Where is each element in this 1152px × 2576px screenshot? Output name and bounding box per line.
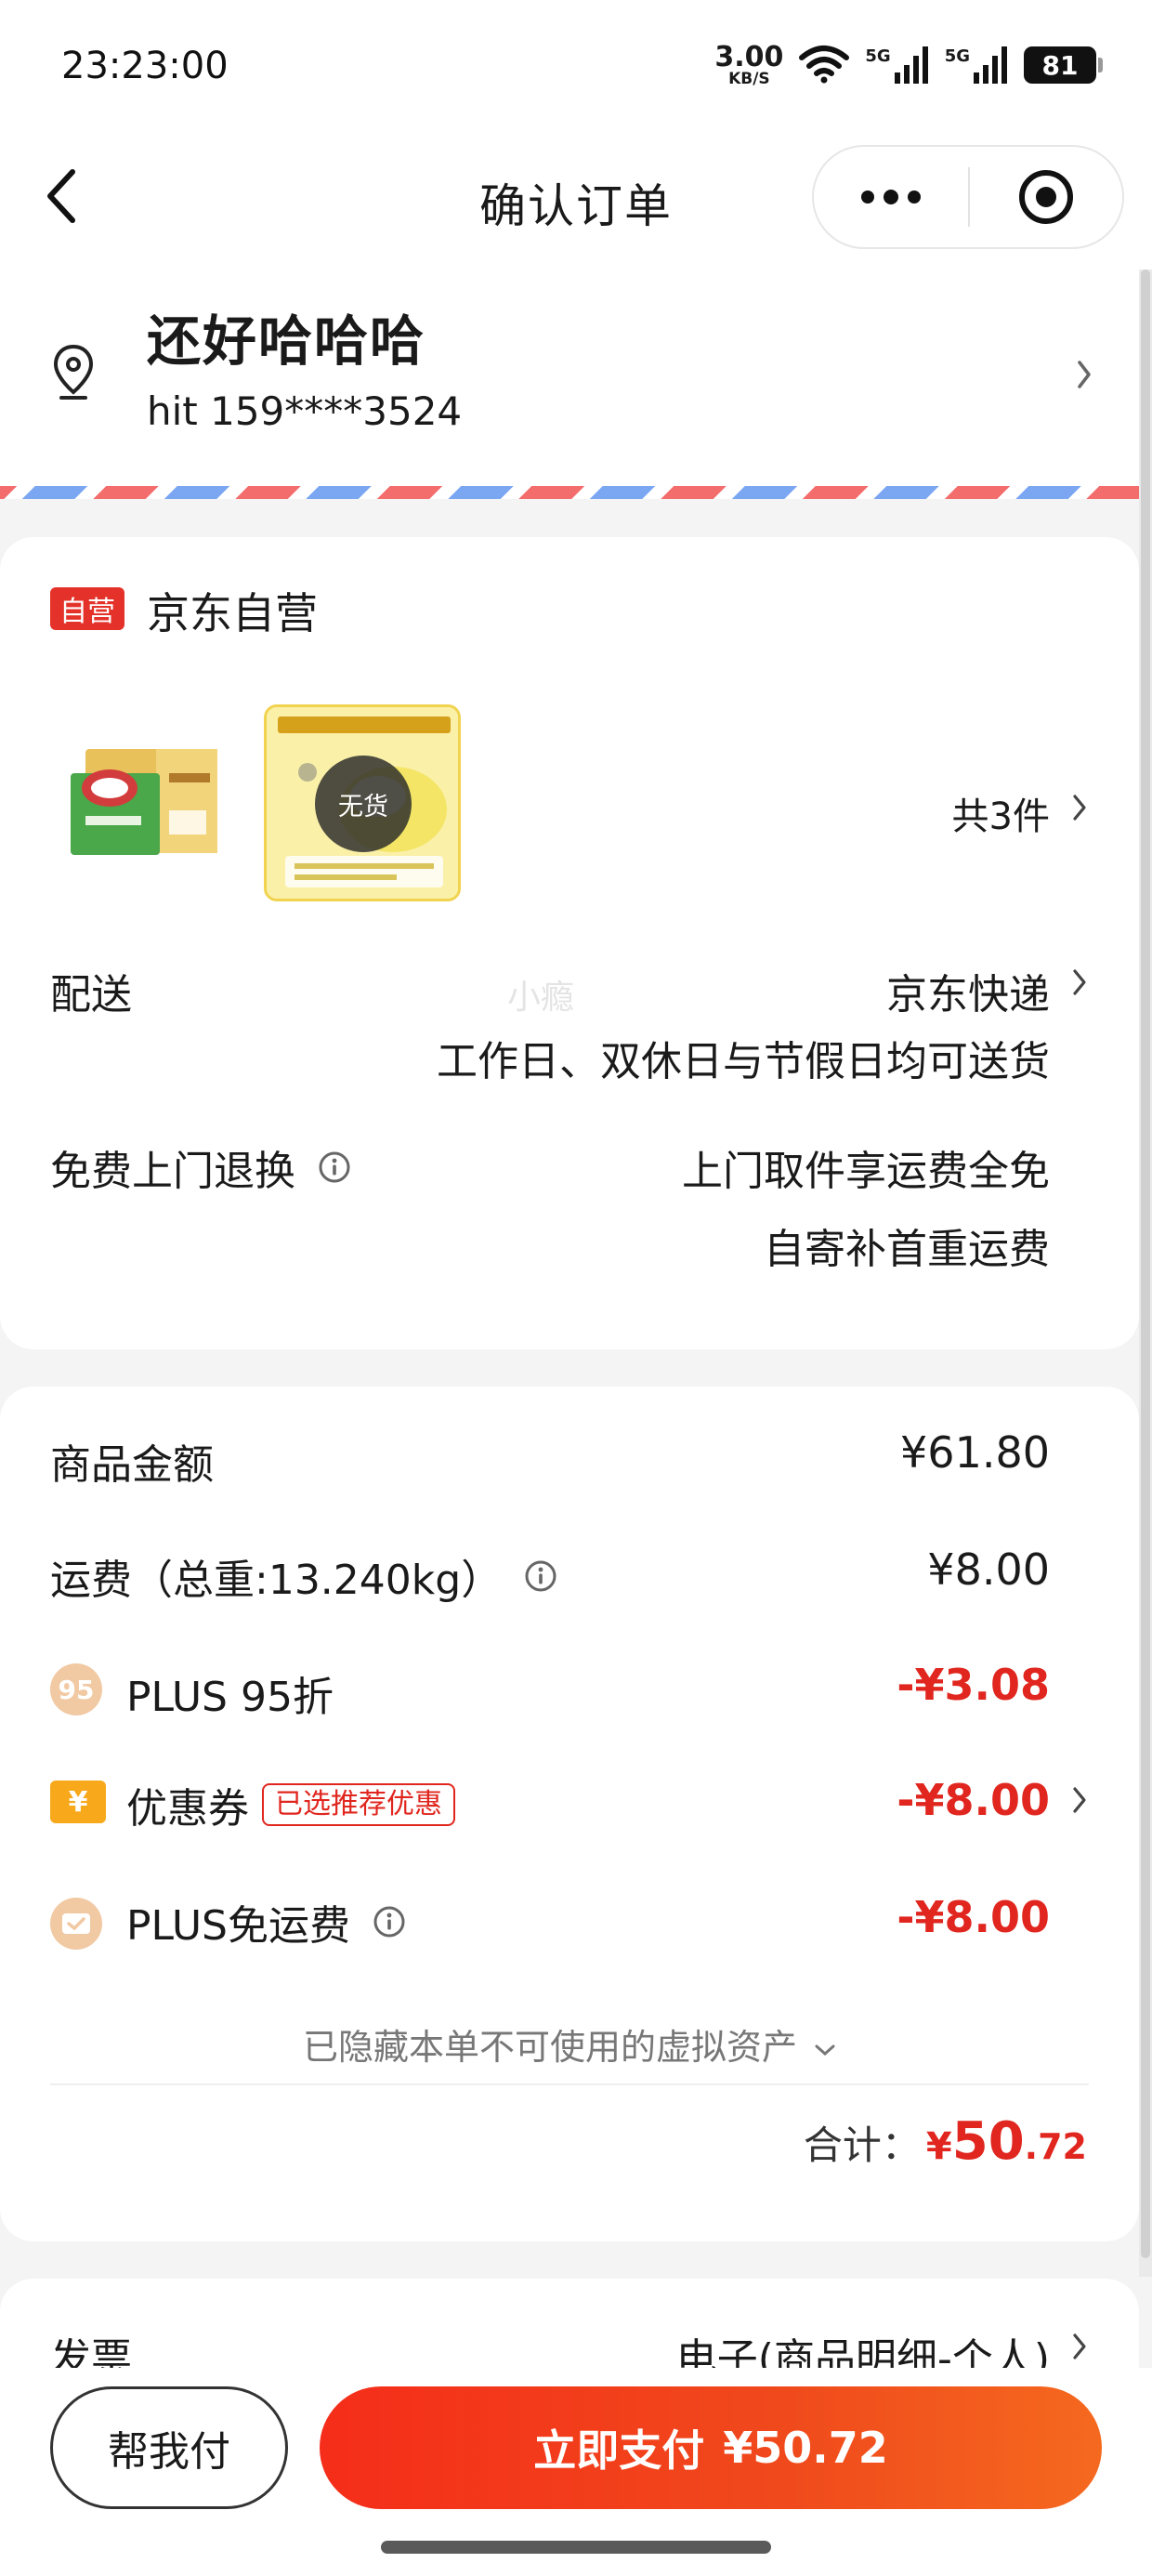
- free-shipping-value: -¥8.00: [897, 1892, 1050, 1942]
- location-pin-icon: [52, 344, 95, 405]
- address-envelope-stripe: [0, 486, 1139, 499]
- plus-discount-value: -¥3.08: [897, 1660, 1050, 1710]
- freight-row: 运费（总重:13.240kg）: [50, 1546, 557, 1606]
- signal-5g-icon: 5G: [865, 46, 929, 84]
- mini-program-capsule: [812, 145, 1124, 249]
- total-label: 合计：: [803, 2123, 921, 2168]
- more-dot-icon: [861, 191, 874, 204]
- signal-5g-label: 5G: [865, 46, 891, 66]
- divider: [50, 2083, 1089, 2085]
- coupon-value[interactable]: -¥8.00: [897, 1775, 1050, 1825]
- hidden-assets-toggle[interactable]: 已隐藏本单不可使用的虚拟资产: [0, 2018, 1139, 2070]
- watermark: 小瘾: [507, 979, 575, 1017]
- status-time: 23:23:00: [61, 45, 229, 87]
- target-close-icon: [1019, 170, 1073, 224]
- network-speed: 3.00 KB/S: [714, 40, 784, 88]
- pay-now-label: 立即支付: [533, 2425, 705, 2476]
- signal-5g-icon-2: 5G: [945, 46, 1009, 84]
- free-return-row: 免费上门退换: [50, 1137, 351, 1197]
- return-policy-line-2: 自寄补首重运费: [764, 1226, 1050, 1273]
- freight-label: 运费（总重:13.240kg）: [50, 1557, 503, 1604]
- recipient-phone: hit 159****3524: [147, 388, 463, 434]
- hidden-assets-text: 已隐藏本单不可使用的虚拟资产: [302, 2027, 797, 2068]
- order-total: 合计： ¥ 50 .72: [804, 2111, 1087, 2172]
- delivery-note: 工作日、双休日与节假日均可送货: [437, 1038, 1050, 1085]
- scrollbar[interactable]: [1139, 269, 1152, 2277]
- product-thumbnail-1[interactable]: [67, 745, 223, 861]
- more-dot-icon: [908, 191, 921, 204]
- coupon-label: 优惠券: [126, 1785, 249, 1833]
- self-operated-badge: 自营: [50, 587, 124, 630]
- battery-icon: 81: [1024, 46, 1103, 84]
- goods-amount-value: ¥61.80: [900, 1427, 1050, 1478]
- scrollbar-thumb[interactable]: [1141, 269, 1150, 2258]
- nav-bar: 确认订单: [0, 130, 1152, 269]
- bottom-action-bar: 帮我付 立即支付 ¥50.72: [0, 2368, 1152, 2576]
- chevron-right-icon: [1072, 794, 1087, 825]
- chevron-down-icon: [815, 2044, 835, 2056]
- total-decimal: .72: [1024, 2126, 1087, 2167]
- product-thumbnail-2[interactable]: 无货: [264, 704, 461, 901]
- info-icon[interactable]: [373, 1905, 406, 1939]
- network-speed-unit: KB/S: [728, 69, 770, 88]
- help-me-pay-button[interactable]: 帮我付: [50, 2386, 288, 2509]
- recipient-name: 还好哈哈哈: [147, 309, 426, 373]
- recommended-coupon-tag: 已选推荐优惠: [262, 1783, 455, 1826]
- more-button[interactable]: [814, 147, 968, 247]
- out-of-stock-badge: 无货: [315, 756, 412, 852]
- free-shipping-label: PLUS免运费: [126, 1902, 350, 1950]
- total-integer: 50: [951, 2111, 1025, 2172]
- coupon-icon: ¥: [50, 1781, 106, 1823]
- network-speed-value: 3.00: [714, 40, 784, 73]
- chevron-right-icon: [1072, 968, 1087, 1000]
- info-icon[interactable]: [318, 1150, 351, 1184]
- status-bar: 23:23:00 3.00 KB/S 5G 5G 81: [0, 0, 1152, 130]
- close-mini-program-button[interactable]: [970, 147, 1122, 247]
- plus-discount-label: PLUS 95折: [126, 1674, 334, 1721]
- signal-5g-label-2: 5G: [944, 46, 970, 66]
- free-shipping-row: PLUS免运费: [126, 1892, 406, 1952]
- coupon-row[interactable]: 优惠券 已选推荐优惠: [126, 1775, 455, 1834]
- info-icon[interactable]: [524, 1559, 557, 1593]
- chevron-right-icon: [1076, 359, 1093, 394]
- more-dot-icon: [884, 190, 898, 204]
- shop-card: 自营 京东自营 无货 共3件 配送 京东快递 工作日、双休日与节假日均可送货 免…: [0, 537, 1139, 1349]
- status-icons: 3.00 KB/S 5G 5G 81: [714, 40, 1103, 88]
- return-policy-line-1: 上门取件享运费全免: [682, 1148, 1050, 1195]
- address-section[interactable]: 还好哈哈哈 hit 159****3524: [0, 269, 1139, 493]
- shop-name: 京东自营: [147, 588, 318, 638]
- wifi-icon: [798, 43, 850, 87]
- plus-95-icon: 95: [50, 1663, 102, 1715]
- free-shipping-icon: [50, 1898, 102, 1950]
- delivery-method[interactable]: 京东快递: [886, 961, 1050, 1020]
- pay-now-amount: ¥50.72: [723, 2423, 888, 2473]
- home-indicator[interactable]: [381, 2541, 771, 2554]
- total-currency: ¥: [925, 2125, 952, 2168]
- chevron-right-icon: [1072, 1786, 1087, 1818]
- plus-95-icon-text: 95: [58, 1674, 95, 1705]
- free-return-label: 免费上门退换: [50, 1148, 295, 1195]
- price-summary-card: 商品金额 ¥61.80 运费（总重:13.240kg） ¥8.00 95 PLU…: [0, 1387, 1139, 2241]
- goods-amount-label: 商品金额: [50, 1441, 214, 1489]
- battery-level: 81: [1041, 49, 1079, 81]
- chevron-right-icon: [1072, 2333, 1087, 2364]
- freight-value: ¥8.00: [927, 1544, 1050, 1595]
- item-count[interactable]: 共3件: [952, 786, 1050, 840]
- delivery-label: 配送: [50, 971, 132, 1019]
- pay-now-button[interactable]: 立即支付 ¥50.72: [320, 2386, 1102, 2509]
